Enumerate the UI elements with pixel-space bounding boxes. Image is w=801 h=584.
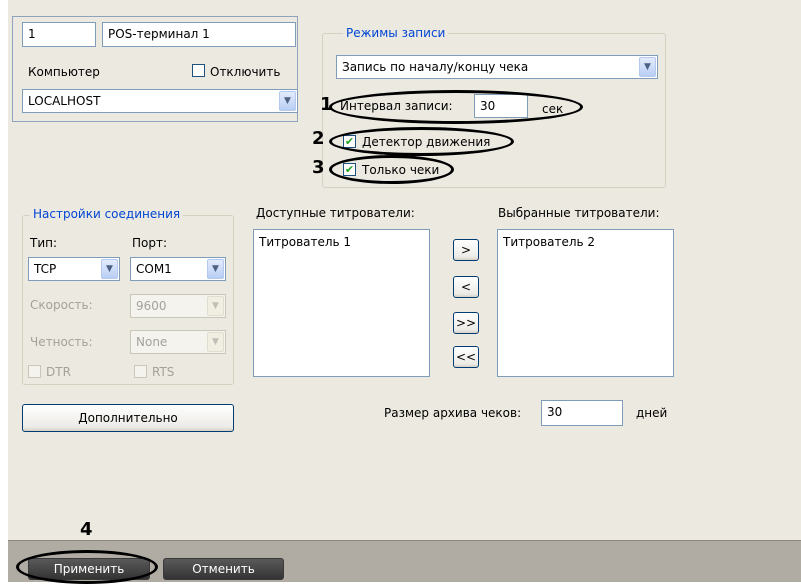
disable-label: Отключить [210, 65, 281, 79]
selected-titlers-label: Выбранные титрователи: [498, 206, 660, 220]
speed-select-value: 9600 [136, 299, 167, 313]
terminal-name-field[interactable]: POS-терминал 1 [102, 22, 296, 47]
archive-size-unit: дней [636, 406, 668, 420]
chevron-down-icon: ▼ [101, 259, 118, 279]
motion-detector-checkbox[interactable]: ✔ [343, 135, 356, 148]
rts-label: RTS [152, 365, 175, 379]
rts-checkbox[interactable] [134, 365, 147, 378]
interval-input[interactable]: 30 [474, 94, 528, 118]
archive-size-input[interactable]: 30 [541, 400, 623, 426]
parity-select[interactable]: None ▼ [130, 330, 226, 354]
parity-select-value: None [136, 335, 168, 349]
chevron-down-icon: ▼ [207, 296, 224, 316]
add-titler-button[interactable]: > [453, 239, 479, 261]
interval-unit: сек [542, 102, 564, 116]
chevron-down-icon: ▼ [279, 91, 296, 111]
available-titlers-label: Доступные титрователи: [256, 206, 415, 220]
computer-select[interactable]: LOCALHOST ▼ [22, 89, 298, 113]
computer-label: Компьютер [28, 65, 100, 79]
record-mode-select[interactable]: Запись по началу/концу чека ▼ [336, 55, 658, 79]
receipts-only-checkbox[interactable]: ✔ [343, 163, 356, 176]
add-all-titlers-button[interactable]: >> [453, 312, 479, 334]
chevron-down-icon: ▼ [207, 332, 224, 352]
chevron-down-icon: ▼ [639, 57, 656, 77]
advanced-button[interactable]: Дополнительно [22, 404, 234, 432]
pos-terminal-settings: 1 POS-терминал 1 Компьютер Отключить LOC… [0, 0, 801, 584]
selected-titlers-list[interactable]: Титрователь 2 [497, 229, 674, 377]
chevron-down-icon: ▼ [207, 259, 224, 279]
computer-select-value: LOCALHOST [28, 94, 101, 108]
disable-checkbox[interactable] [192, 64, 205, 77]
dtr-label: DTR [46, 365, 71, 379]
remove-all-titlers-button[interactable]: << [453, 346, 479, 368]
callout-4: 4 [80, 519, 93, 540]
available-titlers-list[interactable]: Титрователь 1 [253, 229, 430, 377]
callout-1: 1 [320, 94, 333, 115]
speed-label: Скорость: [30, 298, 93, 312]
type-label: Тип: [30, 236, 58, 250]
speed-select[interactable]: 9600 ▼ [130, 294, 226, 318]
port-select-value: COM1 [136, 262, 172, 276]
cancel-button[interactable]: Отменить [163, 558, 284, 580]
archive-size-label: Размер архива чеков: [384, 406, 522, 420]
apply-button[interactable]: Применить [28, 558, 150, 580]
terminal-id-field[interactable]: 1 [22, 22, 96, 47]
dtr-checkbox[interactable] [28, 365, 41, 378]
type-select[interactable]: TCP ▼ [28, 257, 120, 281]
port-label: Порт: [132, 236, 168, 250]
record-mode-value: Запись по началу/концу чека [342, 60, 529, 74]
type-select-value: TCP [34, 262, 57, 276]
callout-2: 2 [312, 128, 325, 149]
connection-settings-title: Настройки соединения [30, 207, 184, 221]
motion-detector-label: Детектор движения [362, 135, 491, 149]
record-modes-title: Режимы записи [343, 26, 449, 40]
list-item[interactable]: Титрователь 1 [259, 235, 351, 249]
parity-label: Четность: [30, 335, 93, 349]
port-select[interactable]: COM1 ▼ [130, 257, 226, 281]
interval-label: Интервал записи: [340, 99, 453, 113]
remove-titler-button[interactable]: < [453, 276, 479, 298]
receipts-only-label: Только чеки [362, 163, 440, 177]
list-item[interactable]: Титрователь 2 [503, 235, 595, 249]
callout-3: 3 [312, 157, 325, 178]
